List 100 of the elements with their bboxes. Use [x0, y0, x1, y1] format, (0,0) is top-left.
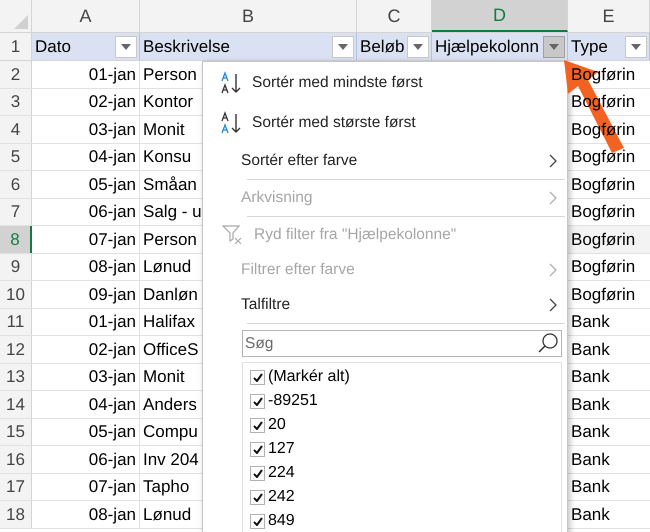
row-number[interactable]: 5 [0, 144, 32, 170]
date-cell-text: 01-jan [88, 311, 136, 333]
row-number[interactable]: 14 [0, 391, 32, 418]
date-cell-text: 01-jan [88, 64, 136, 86]
date-cell-text: 07-jan [88, 228, 136, 250]
filter-dropdown-button[interactable] [625, 36, 647, 58]
checkbox[interactable] [250, 418, 265, 432]
value-checkbox-item[interactable]: (Markér alt) [250, 365, 561, 389]
row-number[interactable]: 15 [0, 418, 32, 445]
date-cell-text: 04-jan [88, 394, 136, 416]
filter-dropdown-button[interactable] [332, 36, 354, 58]
chevron-right-icon [549, 262, 557, 276]
row-number[interactable]: 17 [0, 474, 32, 500]
description-cell-text: Monit [143, 366, 185, 388]
chevron-right-icon [549, 154, 557, 168]
date-cell-text: 06-jan [88, 448, 136, 470]
row-number[interactable]: 10 [0, 281, 32, 308]
description-cell-text: Halifax [143, 311, 195, 333]
caret-icon [121, 44, 131, 50]
value-checkbox-item[interactable]: 224 [250, 461, 561, 485]
header-cell-text: Type [571, 36, 608, 58]
row-number[interactable]: 16 [0, 446, 32, 472]
description-cell-text: Danløn [143, 284, 198, 306]
sort-ascending-icon [220, 71, 242, 95]
description-cell-text: Kontor [143, 91, 194, 113]
type-cell-text: Bank [571, 394, 610, 416]
clear-filter-icon [222, 224, 244, 246]
type-cell-text: Bank [571, 504, 610, 526]
date-cell-text: 05-jan [88, 174, 136, 196]
checkbox[interactable] [250, 442, 265, 456]
date-cell-text: 02-jan [88, 338, 136, 360]
checkbox[interactable] [250, 490, 265, 504]
description-cell-text: OfficeS [143, 338, 198, 360]
column-header[interactable]: E [568, 0, 650, 32]
description-cell-text: Salg - u [143, 201, 202, 223]
checkbox[interactable] [250, 370, 265, 384]
type-cell-text: Bank [571, 421, 610, 443]
date-cell-text: 03-jan [88, 366, 136, 388]
description-cell-text: Anders [143, 394, 197, 416]
value-checkbox-item[interactable]: -89251 [250, 389, 561, 413]
date-cell-text: 04-jan [88, 146, 136, 168]
filter-dropdown-button[interactable] [115, 36, 137, 58]
checkbox[interactable] [250, 394, 265, 408]
row-number[interactable]: 6 [0, 171, 32, 198]
row-number[interactable]: 9 [0, 254, 32, 280]
description-cell-text: Inv 204 [143, 448, 199, 470]
description-cell-text: Person [143, 228, 197, 250]
description-cell-text: Compu [143, 421, 198, 443]
description-cell-text: Konsu [143, 146, 192, 168]
checkbox[interactable] [250, 466, 265, 480]
checkbox[interactable] [250, 514, 265, 528]
row-number[interactable]: 18 [0, 501, 32, 528]
row-number[interactable]: 1 [0, 33, 32, 60]
value-checkbox-item[interactable]: 20 [250, 413, 561, 437]
type-cell-text: Bogførin [571, 174, 636, 196]
row-number[interactable]: 13 [0, 364, 32, 390]
type-cell-text: Bogførin [571, 146, 636, 168]
row-number[interactable]: 11 [0, 308, 32, 335]
row-number[interactable]: 12 [0, 336, 32, 362]
search-icon [537, 332, 559, 354]
value-checkbox-item[interactable]: 242 [250, 485, 561, 509]
date-cell-text: 05-jan [88, 421, 136, 443]
caret-icon [631, 44, 641, 50]
description-cell-text: Person [143, 64, 197, 86]
header-cell-text: Beskrivelse [143, 36, 230, 58]
chevron-right-icon [549, 190, 557, 204]
row-number[interactable]: 4 [0, 116, 32, 142]
caret-icon [413, 44, 423, 50]
date-cell-text: 03-jan [88, 118, 136, 140]
search-field[interactable]: Søg [242, 330, 562, 357]
date-cell-text: 08-jan [88, 256, 136, 278]
date-cell-text: 07-jan [88, 476, 136, 498]
date-cell-text: 06-jan [88, 201, 136, 223]
description-cell-text: Småan [143, 174, 197, 196]
type-cell-text: Bank [571, 366, 610, 388]
type-cell-text: Bank [571, 338, 610, 360]
row-number[interactable]: 3 [0, 88, 32, 115]
value-checkbox-item[interactable]: 127 [250, 437, 561, 461]
menu-item[interactable]: Talfiltre [203, 287, 567, 322]
type-cell-text: Bogførin [571, 284, 636, 306]
header-cell-text: Dato [35, 36, 71, 58]
date-cell-text: 08-jan [88, 504, 136, 526]
header-cell-text: Beløb [360, 36, 404, 58]
type-cell-text: Bogførin [571, 228, 636, 250]
type-cell-text: Bogførin [571, 256, 636, 278]
description-cell-text: Monit [143, 118, 185, 140]
menu-item[interactable]: Sortér efter farve [203, 143, 567, 178]
type-cell-text: Bogførin [571, 201, 636, 223]
value-checkbox-item[interactable]: 849 [250, 509, 561, 532]
chevron-right-icon [549, 298, 557, 312]
column-header[interactable]: B [140, 0, 357, 32]
type-cell-text: Bank [571, 448, 610, 470]
row-number[interactable]: 7 [0, 198, 32, 225]
description-cell-text: Lønud [143, 504, 192, 526]
column-header[interactable]: A [32, 0, 140, 32]
row-number[interactable]: 2 [0, 61, 32, 88]
description-cell-text: Tapho [143, 476, 190, 498]
filter-dropdown-button[interactable] [543, 36, 565, 58]
caret-icon [549, 44, 559, 50]
filter-dropdown-button[interactable] [407, 36, 429, 58]
